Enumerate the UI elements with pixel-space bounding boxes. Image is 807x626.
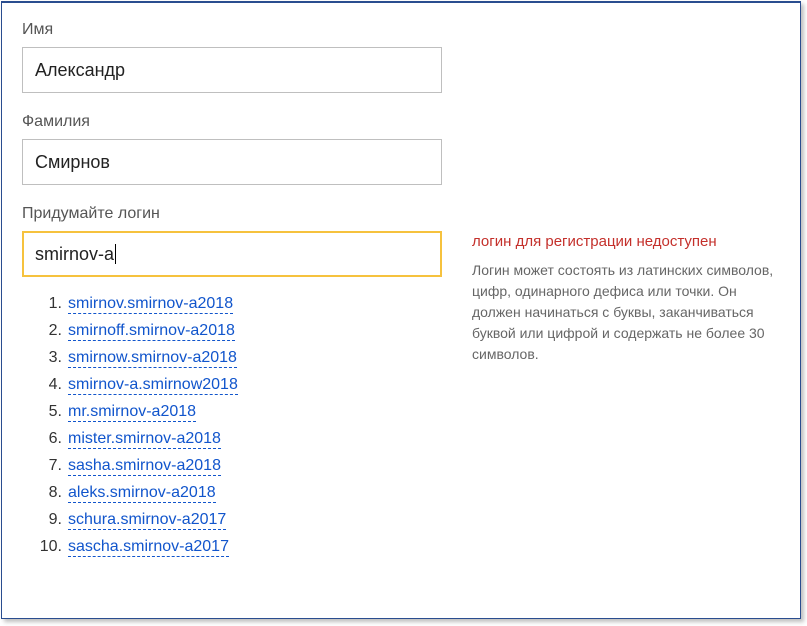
registration-panel: Имя Фамилия Придумайте логин smirnov-a 1…	[1, 1, 801, 619]
surname-field-group: Фамилия	[22, 113, 780, 185]
suggestion-item: 9. schura.smirnov-a2017	[34, 511, 442, 530]
suggestion-number: 1.	[34, 295, 62, 313]
name-label: Имя	[22, 21, 780, 39]
surname-label: Фамилия	[22, 113, 780, 131]
login-hint-box: логин для регистрации недоступен Логин м…	[472, 231, 780, 365]
text-cursor	[115, 244, 116, 264]
suggestion-item: 3. smirnow.smirnov-a2018	[34, 349, 442, 368]
login-label: Придумайте логин	[22, 205, 780, 223]
surname-input[interactable]	[22, 139, 442, 185]
login-input-value: smirnov-a	[35, 244, 114, 265]
suggestion-number: 4.	[34, 376, 62, 394]
suggestion-item: 10. sascha.smirnov-a2017	[34, 538, 442, 557]
suggestion-link[interactable]: sasha.smirnov-a2018	[68, 457, 221, 476]
suggestion-number: 9.	[34, 511, 62, 529]
suggestion-link[interactable]: sascha.smirnov-a2017	[68, 538, 229, 557]
suggestion-item: 6. mister.smirnov-a2018	[34, 430, 442, 449]
suggestion-link[interactable]: smirnov-a.smirnow2018	[68, 376, 238, 395]
suggestion-item: 7. sasha.smirnov-a2018	[34, 457, 442, 476]
login-field-group: Придумайте логин smirnov-a 1. smirnov.smi…	[22, 205, 780, 565]
suggestion-link[interactable]: smirnoff.smirnov-a2018	[68, 322, 235, 341]
suggestion-number: 10.	[34, 538, 62, 556]
suggestion-number: 5.	[34, 403, 62, 421]
login-hint-text: Логин может состоять из латинских символ…	[472, 260, 780, 365]
suggestion-link[interactable]: mr.smirnov-a2018	[68, 403, 196, 422]
suggestion-number: 8.	[34, 484, 62, 502]
suggestion-item: 1. smirnov.smirnov-a2018	[34, 295, 442, 314]
suggestion-number: 3.	[34, 349, 62, 367]
suggestion-number: 2.	[34, 322, 62, 340]
suggestion-link[interactable]: mister.smirnov-a2018	[68, 430, 221, 449]
suggestion-item: 4. smirnov-a.smirnow2018	[34, 376, 442, 395]
login-input[interactable]: smirnov-a	[22, 231, 442, 277]
login-error-text: логин для регистрации недоступен	[472, 233, 780, 250]
suggestion-item: 8. aleks.smirnov-a2018	[34, 484, 442, 503]
name-field-group: Имя	[22, 21, 780, 93]
suggestion-link[interactable]: schura.smirnov-a2017	[68, 511, 226, 530]
login-suggestions-list: 1. smirnov.smirnov-a2018 2. smirnoff.smirno…	[34, 295, 442, 557]
suggestion-item: 2. smirnoff.smirnov-a2018	[34, 322, 442, 341]
suggestion-link[interactable]: smirnov.smirnov-a2018	[68, 295, 233, 314]
suggestion-link[interactable]: smirnow.smirnov-a2018	[68, 349, 237, 368]
name-input[interactable]	[22, 47, 442, 93]
suggestion-number: 6.	[34, 430, 62, 448]
suggestion-number: 7.	[34, 457, 62, 475]
suggestion-item: 5. mr.smirnov-a2018	[34, 403, 442, 422]
suggestion-link[interactable]: aleks.smirnov-a2018	[68, 484, 216, 503]
